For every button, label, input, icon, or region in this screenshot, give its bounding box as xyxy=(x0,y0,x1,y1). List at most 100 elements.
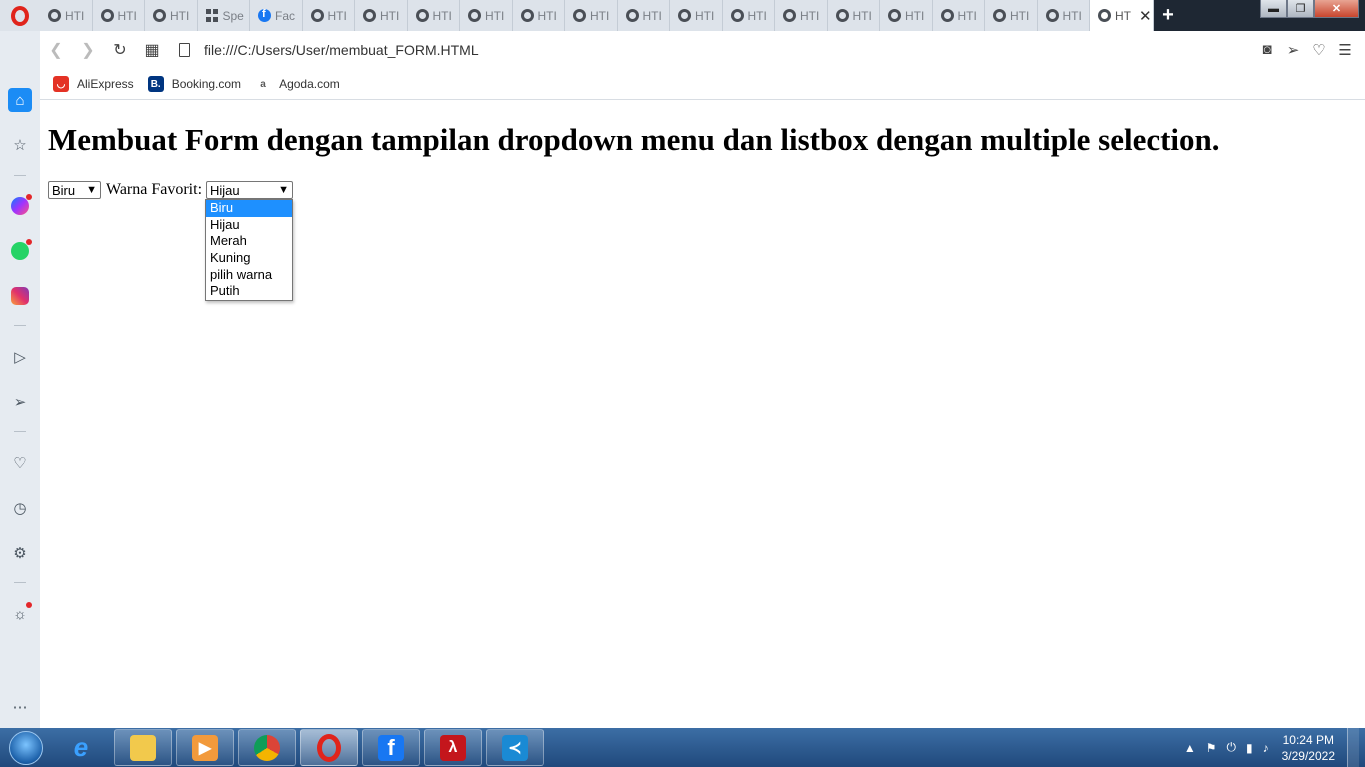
tab-label: HTI xyxy=(65,8,85,23)
tab-label: HTI xyxy=(537,8,557,23)
close-tab-icon[interactable]: ✕ xyxy=(1139,7,1152,25)
internet-explorer-icon: e xyxy=(73,732,89,762)
bookmarks-star-icon[interactable]: ☆ xyxy=(8,133,32,157)
globe-icon xyxy=(625,9,639,22)
reload-icon[interactable]: ↻ xyxy=(104,34,136,66)
action-center-flag-icon[interactable]: ⚑ xyxy=(1206,741,1217,755)
back-button[interactable]: ❮ xyxy=(40,34,72,66)
dropdown-option[interactable]: Hijau xyxy=(206,217,292,234)
page-file-icon[interactable] xyxy=(168,43,200,57)
dropdown-option[interactable]: Merah xyxy=(206,233,292,250)
tab-item[interactable]: HTI xyxy=(723,0,775,31)
globe-icon xyxy=(415,9,429,22)
lightbulb-icon[interactable]: ☼ xyxy=(8,602,32,626)
tab-item[interactable]: HTI xyxy=(618,0,670,31)
close-window-button[interactable]: ✕ xyxy=(1314,0,1359,18)
tab-item[interactable]: HTI xyxy=(355,0,408,31)
tab-label: HTI xyxy=(957,8,977,23)
tab-item[interactable]: HTI xyxy=(670,0,723,31)
tab-label: HTI xyxy=(432,8,452,23)
tab-item[interactable]: HTI xyxy=(145,0,198,31)
settings-gear-icon[interactable]: ⚙ xyxy=(8,541,32,565)
tabs-grid-icon[interactable]: ▦ xyxy=(136,34,168,66)
restore-button[interactable]: ❐ xyxy=(1287,0,1314,18)
more-options-icon[interactable]: ⋯ xyxy=(8,695,32,719)
whatsapp-icon[interactable] xyxy=(8,239,32,263)
send-icon[interactable]: ➢ xyxy=(8,390,32,414)
forward-button[interactable]: ❯ xyxy=(72,34,104,66)
tab-active[interactable]: HT ✕ xyxy=(1090,0,1154,31)
bookmark-aliexpress[interactable]: ◡ AliExpress xyxy=(53,76,134,92)
tab-item[interactable]: HTI xyxy=(408,0,460,31)
share-send-icon[interactable]: ➢ xyxy=(1283,41,1303,59)
tab-item[interactable]: HTI xyxy=(985,0,1038,31)
globe-icon xyxy=(363,9,376,22)
history-clock-icon[interactable]: ◷ xyxy=(8,496,32,520)
tab-item[interactable]: f Fac xyxy=(250,0,303,31)
taskbar-acrobat[interactable]: λ xyxy=(424,729,482,766)
color-select-1[interactable]: Biru ▼ xyxy=(48,181,101,199)
player-icon[interactable]: ▷ xyxy=(8,345,32,369)
tab-item[interactable]: HTI xyxy=(880,0,933,31)
tab-item[interactable]: HTI xyxy=(565,0,618,31)
tab-item[interactable]: HTI xyxy=(303,0,355,31)
taskbar-media-player[interactable]: ▶ xyxy=(176,729,234,766)
heart-icon[interactable]: ♡ xyxy=(8,451,32,475)
tab-item[interactable]: HTI xyxy=(40,0,93,31)
dropdown-option[interactable]: Putih xyxy=(206,283,292,300)
tab-item[interactable]: Spe xyxy=(198,0,250,31)
tab-item[interactable]: HTI xyxy=(93,0,145,31)
opera-menu-button[interactable] xyxy=(0,0,40,31)
facebook-icon: f xyxy=(258,8,271,22)
dropdown-option[interactable]: Kuning xyxy=(206,250,292,267)
favorite-color-select[interactable]: Hijau ▼ xyxy=(206,181,294,199)
page-content: Membuat Form dengan tampilan dropdown me… xyxy=(40,101,1365,728)
globe-icon xyxy=(730,9,744,22)
tab-label: HTI xyxy=(747,8,767,23)
power-plug-icon[interactable]: ⏻ xyxy=(1227,740,1237,755)
clock[interactable]: 10:24 PM 3/29/2022 xyxy=(1282,732,1335,764)
taskbar-vscode[interactable]: ≺ xyxy=(486,729,544,766)
bookmark-label: AliExpress xyxy=(77,77,134,91)
easy-setup-icon[interactable]: ☰ xyxy=(1335,41,1355,59)
taskbar-opera[interactable] xyxy=(300,729,358,766)
taskbar-file-explorer[interactable] xyxy=(114,729,172,766)
volume-icon[interactable]: ♪ xyxy=(1263,741,1269,755)
tab-item[interactable]: HTI xyxy=(933,0,985,31)
chevron-down-icon: ▼ xyxy=(86,184,97,196)
bookmark-label: Agoda.com xyxy=(279,77,340,91)
start-button[interactable] xyxy=(0,728,52,767)
tab-item[interactable]: HTI xyxy=(460,0,513,31)
tab-label: HTI xyxy=(1062,8,1082,23)
booking-icon: B. xyxy=(147,76,164,92)
tab-item[interactable]: HTI xyxy=(828,0,880,31)
network-signal-icon[interactable]: ▮ xyxy=(1246,741,1253,755)
bookmark-label: Booking.com xyxy=(171,77,242,91)
show-desktop-button[interactable] xyxy=(1347,728,1359,767)
tab-label: HTI xyxy=(327,8,347,23)
tab-label: HTI xyxy=(800,8,820,23)
tab-item[interactable]: HTI xyxy=(1038,0,1090,31)
sidebar-divider xyxy=(14,582,26,583)
tab-item[interactable]: HTI xyxy=(775,0,828,31)
messenger-icon[interactable] xyxy=(8,194,32,218)
tab-label: Fac xyxy=(275,8,296,23)
camera-icon[interactable]: ◙ xyxy=(1257,41,1277,59)
taskbar-facebook[interactable]: f xyxy=(362,729,420,766)
sidebar: ⌂ ☆ ▷ ➢ ♡ ◷ ⚙ ☼ ⋯ xyxy=(0,31,40,728)
show-hidden-icons-icon[interactable]: ▲ xyxy=(1184,741,1196,755)
dropdown-option[interactable]: Biru xyxy=(206,200,292,217)
bookmark-agoda[interactable]: a Agoda.com xyxy=(255,76,340,92)
minimize-button[interactable]: ▬ xyxy=(1260,0,1287,18)
taskbar-chrome[interactable] xyxy=(238,729,296,766)
bookmark-booking[interactable]: B. Booking.com xyxy=(147,76,242,92)
tab-item[interactable]: HTI xyxy=(513,0,565,31)
instagram-icon[interactable] xyxy=(8,284,32,308)
titlebar-empty-area: ▬ ❐ ✕ xyxy=(1182,0,1365,31)
heart-icon[interactable]: ♡ xyxy=(1309,41,1329,59)
taskbar-internet-explorer[interactable]: e xyxy=(52,729,110,766)
dropdown-option[interactable]: pilih warna xyxy=(206,267,292,284)
home-icon[interactable]: ⌂ xyxy=(8,88,32,112)
new-tab-button[interactable]: + xyxy=(1154,0,1182,31)
url-field[interactable]: file:///C:/Users/User/membuat_FORM.HTML xyxy=(200,42,1257,58)
